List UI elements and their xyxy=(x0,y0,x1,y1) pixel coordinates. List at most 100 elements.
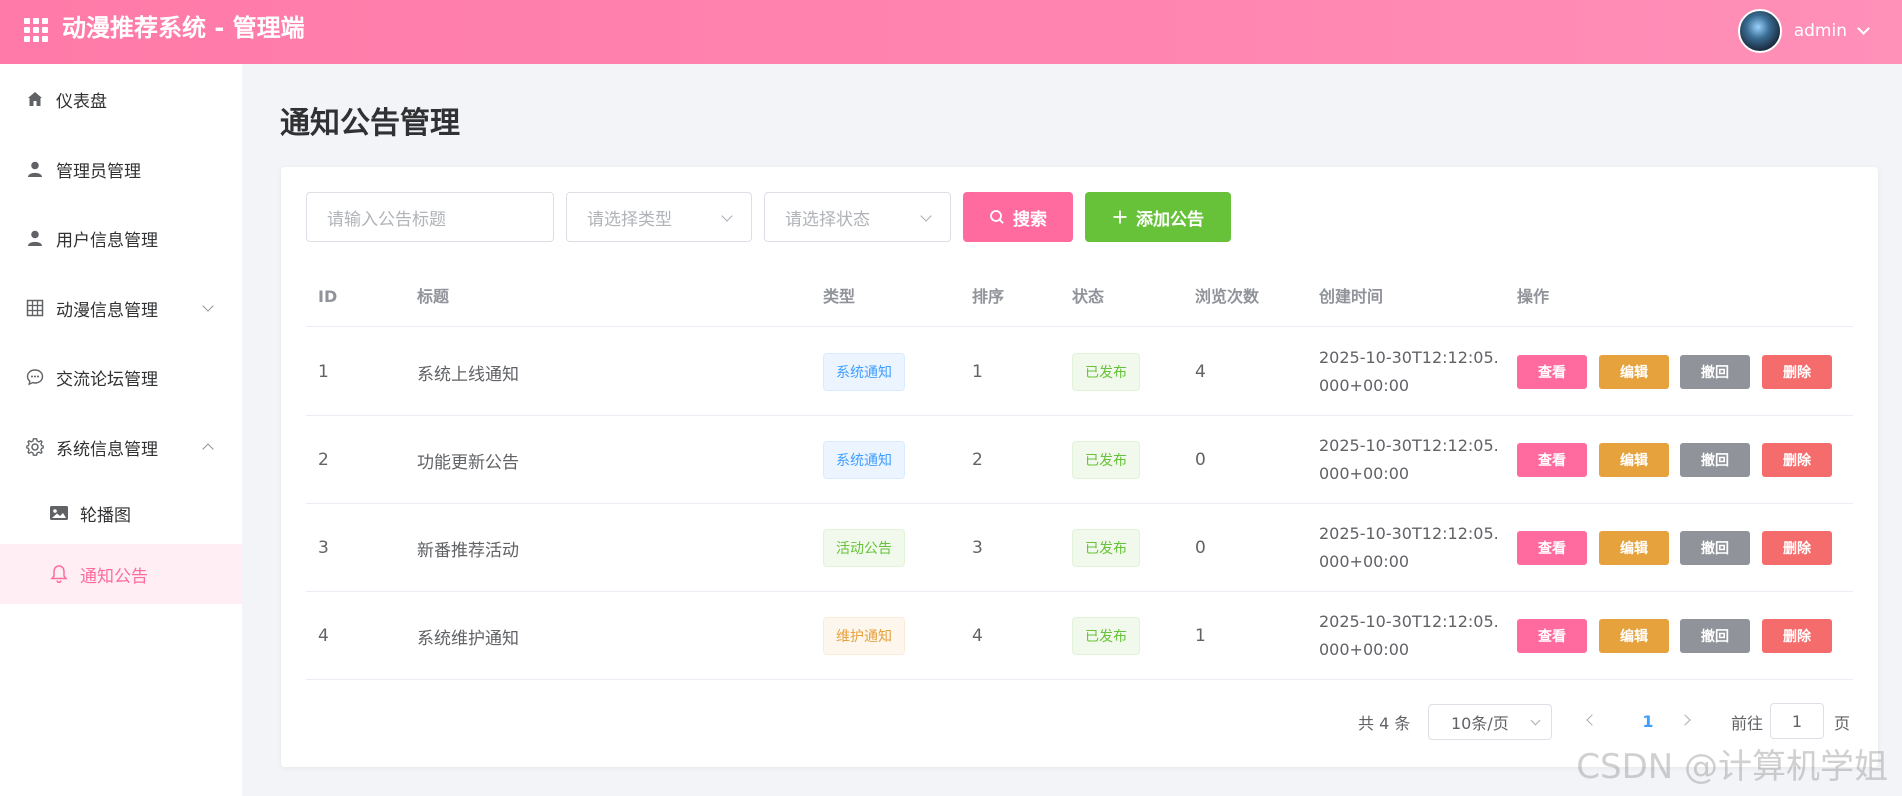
cell-title: 功能更新公告 xyxy=(417,452,519,473)
status-select[interactable]: 请选择状态 xyxy=(764,192,951,242)
chevron-down-icon[interactable] xyxy=(1857,22,1870,35)
cell-sort: 1 xyxy=(972,362,983,382)
avatar[interactable] xyxy=(1737,9,1782,53)
type-select-placeholder: 请选择类型 xyxy=(587,209,672,230)
cell-title: 系统维护通知 xyxy=(417,628,519,649)
gear-icon xyxy=(25,437,45,457)
cell-views: 0 xyxy=(1195,450,1206,470)
status-badge: 已发布 xyxy=(1072,353,1140,391)
add-notice-button[interactable]: 添加公告 xyxy=(1085,192,1231,242)
view-button[interactable]: 查看 xyxy=(1517,443,1587,477)
cell-created: 2025-10-30T12:12:05.000+00:00 xyxy=(1319,436,1499,483)
cell-views: 4 xyxy=(1195,362,1206,382)
title-search-placeholder: 请输入公告标题 xyxy=(327,209,446,230)
title-search-input[interactable]: 请输入公告标题 xyxy=(306,192,554,242)
delete-button[interactable]: 删除 xyxy=(1762,355,1832,389)
sidebar-subitem-notice[interactable]: 通知公告 xyxy=(0,544,242,604)
column-header: 排序 xyxy=(972,287,1005,306)
revoke-button[interactable]: 撤回 xyxy=(1680,443,1750,477)
type-badge: 活动公告 xyxy=(823,529,905,567)
sidebar-item-admin[interactable]: 管理员管理 xyxy=(0,138,242,200)
sidebar-item-label: 交流论坛管理 xyxy=(56,369,158,390)
username[interactable]: admin xyxy=(1794,21,1847,41)
column-header: 状态 xyxy=(1072,287,1105,306)
home-icon xyxy=(25,89,45,109)
sidebar-item-label: 动漫信息管理 xyxy=(56,300,158,321)
user-menu[interactable]: admin xyxy=(1737,8,1870,54)
table-header: ID 标题 类型 排序 状态 浏览次数 创建时间 操作 xyxy=(306,267,1853,327)
image-icon xyxy=(48,502,70,524)
grid-table-icon xyxy=(25,298,45,318)
sidebar-item-users[interactable]: 用户信息管理 xyxy=(0,207,242,269)
column-header: 操作 xyxy=(1517,287,1550,306)
sidebar-item-label: 管理员管理 xyxy=(56,161,141,182)
edit-button[interactable]: 编辑 xyxy=(1599,355,1669,389)
sidebar-subitem-carousel[interactable]: 轮播图 xyxy=(0,483,242,543)
table-row: 4 系统维护通知 维护通知 4 已发布 1 2025-10-30T12:12:0… xyxy=(306,592,1853,680)
chat-bubble-icon xyxy=(25,367,45,387)
sidebar-subitem-label: 轮播图 xyxy=(80,505,131,526)
prev-page-icon[interactable] xyxy=(1586,714,1598,726)
sidebar-item-dashboard[interactable]: 仪表盘 xyxy=(0,68,242,130)
goto-suffix: 页 xyxy=(1834,714,1851,733)
table-row: 2 功能更新公告 系统通知 2 已发布 0 2025-10-30T12:12:0… xyxy=(306,416,1853,504)
view-button[interactable]: 查看 xyxy=(1517,531,1587,565)
sidebar-item-label: 用户信息管理 xyxy=(56,230,158,251)
chevron-down-icon xyxy=(920,210,932,222)
add-notice-button-label: 添加公告 xyxy=(1136,209,1204,230)
sidebar-item-label: 仪表盘 xyxy=(56,91,107,112)
cell-id: 4 xyxy=(318,626,329,646)
page-title: 通知公告管理 xyxy=(280,106,460,141)
view-button[interactable]: 查看 xyxy=(1517,619,1587,653)
delete-button[interactable]: 删除 xyxy=(1762,443,1832,477)
status-badge: 已发布 xyxy=(1072,617,1140,655)
cell-id: 2 xyxy=(318,450,329,470)
plus-icon xyxy=(1112,209,1128,225)
revoke-button[interactable]: 撤回 xyxy=(1680,619,1750,653)
goto-prefix: 前往 xyxy=(1731,714,1764,733)
top-header: 动漫推荐系统 - 管理端 admin xyxy=(0,0,1902,64)
search-icon xyxy=(989,209,1005,225)
edit-button[interactable]: 编辑 xyxy=(1599,443,1669,477)
revoke-button[interactable]: 撤回 xyxy=(1680,355,1750,389)
status-badge: 已发布 xyxy=(1072,441,1140,479)
sidebar-item-forum[interactable]: 交流论坛管理 xyxy=(0,346,242,408)
revoke-button[interactable]: 撤回 xyxy=(1680,531,1750,565)
chevron-up-icon[interactable] xyxy=(202,443,214,455)
column-header: ID xyxy=(318,287,338,306)
edit-button[interactable]: 编辑 xyxy=(1599,531,1669,565)
type-badge: 系统通知 xyxy=(823,353,905,391)
delete-button[interactable]: 删除 xyxy=(1762,531,1832,565)
type-badge: 系统通知 xyxy=(823,441,905,479)
next-page-icon[interactable] xyxy=(1679,714,1691,726)
apps-grid-icon[interactable] xyxy=(22,16,48,42)
notice-card: 请输入公告标题 请选择类型 请选择状态 搜索 添加公告 ID 标题 类型 排序 … xyxy=(281,167,1878,767)
user-icon xyxy=(25,159,45,179)
search-button[interactable]: 搜索 xyxy=(963,192,1073,242)
cell-id: 3 xyxy=(318,538,329,558)
type-select[interactable]: 请选择类型 xyxy=(566,192,752,242)
column-header: 类型 xyxy=(823,287,856,306)
cell-views: 0 xyxy=(1195,538,1206,558)
edit-button[interactable]: 编辑 xyxy=(1599,619,1669,653)
bell-icon xyxy=(48,563,70,585)
type-badge: 维护通知 xyxy=(823,617,905,655)
cell-views: 1 xyxy=(1195,626,1206,646)
watermark: CSDN @计算机学姐 xyxy=(1576,747,1888,787)
cell-created: 2025-10-30T12:12:05.000+00:00 xyxy=(1319,612,1499,659)
goto-page-value: 1 xyxy=(1791,711,1803,731)
page-size-select[interactable]: 10条/页 xyxy=(1428,704,1552,740)
sidebar-item-anime[interactable]: 动漫信息管理 xyxy=(0,277,242,339)
search-button-label: 搜索 xyxy=(1013,209,1047,230)
goto-page-input[interactable]: 1 xyxy=(1770,703,1824,739)
column-header: 标题 xyxy=(417,287,450,306)
chevron-down-icon[interactable] xyxy=(202,300,214,312)
cell-sort: 4 xyxy=(972,626,983,646)
page-number-current[interactable]: 1 xyxy=(1633,704,1663,740)
status-select-placeholder: 请选择状态 xyxy=(785,209,870,230)
sidebar: 仪表盘 管理员管理 用户信息管理 动漫信息管理 交流论坛管理 系统信息管理 轮播… xyxy=(0,64,242,796)
view-button[interactable]: 查看 xyxy=(1517,355,1587,389)
table-row: 1 系统上线通知 系统通知 1 已发布 4 2025-10-30T12:12:0… xyxy=(306,328,1853,416)
sidebar-item-system[interactable]: 系统信息管理 xyxy=(0,416,242,478)
delete-button[interactable]: 删除 xyxy=(1762,619,1832,653)
